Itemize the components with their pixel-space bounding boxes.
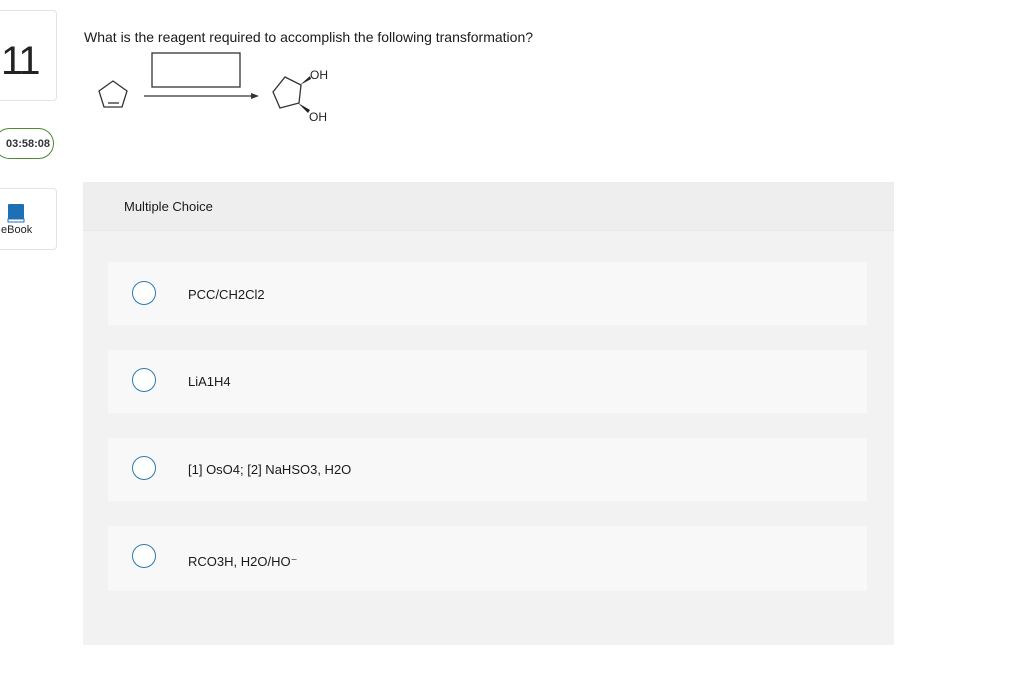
choice-option-2[interactable]: LiA1H4 [108,350,867,413]
multiple-choice-title: Multiple Choice [124,199,213,214]
choice-label: RCO3H, H2O/HO⁻ [188,554,298,569]
question-number: 11 [1,39,41,83]
diol-structure: OH OH [272,68,328,124]
page: 11 03:58:08 eBook What is the reagent re… [0,0,1024,690]
reaction-arrow [144,93,259,99]
radio-button[interactable] [132,368,156,392]
ebook-label: eBook [1,224,33,236]
choice-option-1[interactable]: PCC/CH2Cl2 [108,262,867,325]
choice-option-3[interactable]: [1] OsO4; [2] NaHSO3, H2O [108,438,867,501]
radio-button[interactable] [132,281,156,305]
question-text: What is the reagent required to accompli… [84,29,534,45]
book-icon [7,204,25,223]
oh-label-top: OH [310,68,328,82]
radio-button[interactable] [132,456,156,480]
radio-button[interactable] [132,544,156,568]
timer-badge: 03:58:08 [0,128,54,159]
ebook-button[interactable]: eBook [0,188,57,250]
multiple-choice-panel: Multiple Choice PCC/CH2Cl2 LiA1H4 [1] Os… [83,182,894,645]
reagent-box [151,52,241,88]
cyclopentene-structure [98,80,128,108]
reaction-scheme: OH OH [98,52,328,124]
choice-label: PCC/CH2Cl2 [188,287,265,302]
oh-label-bottom: OH [309,110,327,124]
multiple-choice-header: Multiple Choice [83,182,894,231]
choice-label: [1] OsO4; [2] NaHSO3, H2O [188,462,352,477]
question-number-card: 11 [0,10,57,101]
choice-label: LiA1H4 [188,374,231,389]
choice-option-4[interactable]: RCO3H, H2O/HO⁻ [108,526,867,591]
